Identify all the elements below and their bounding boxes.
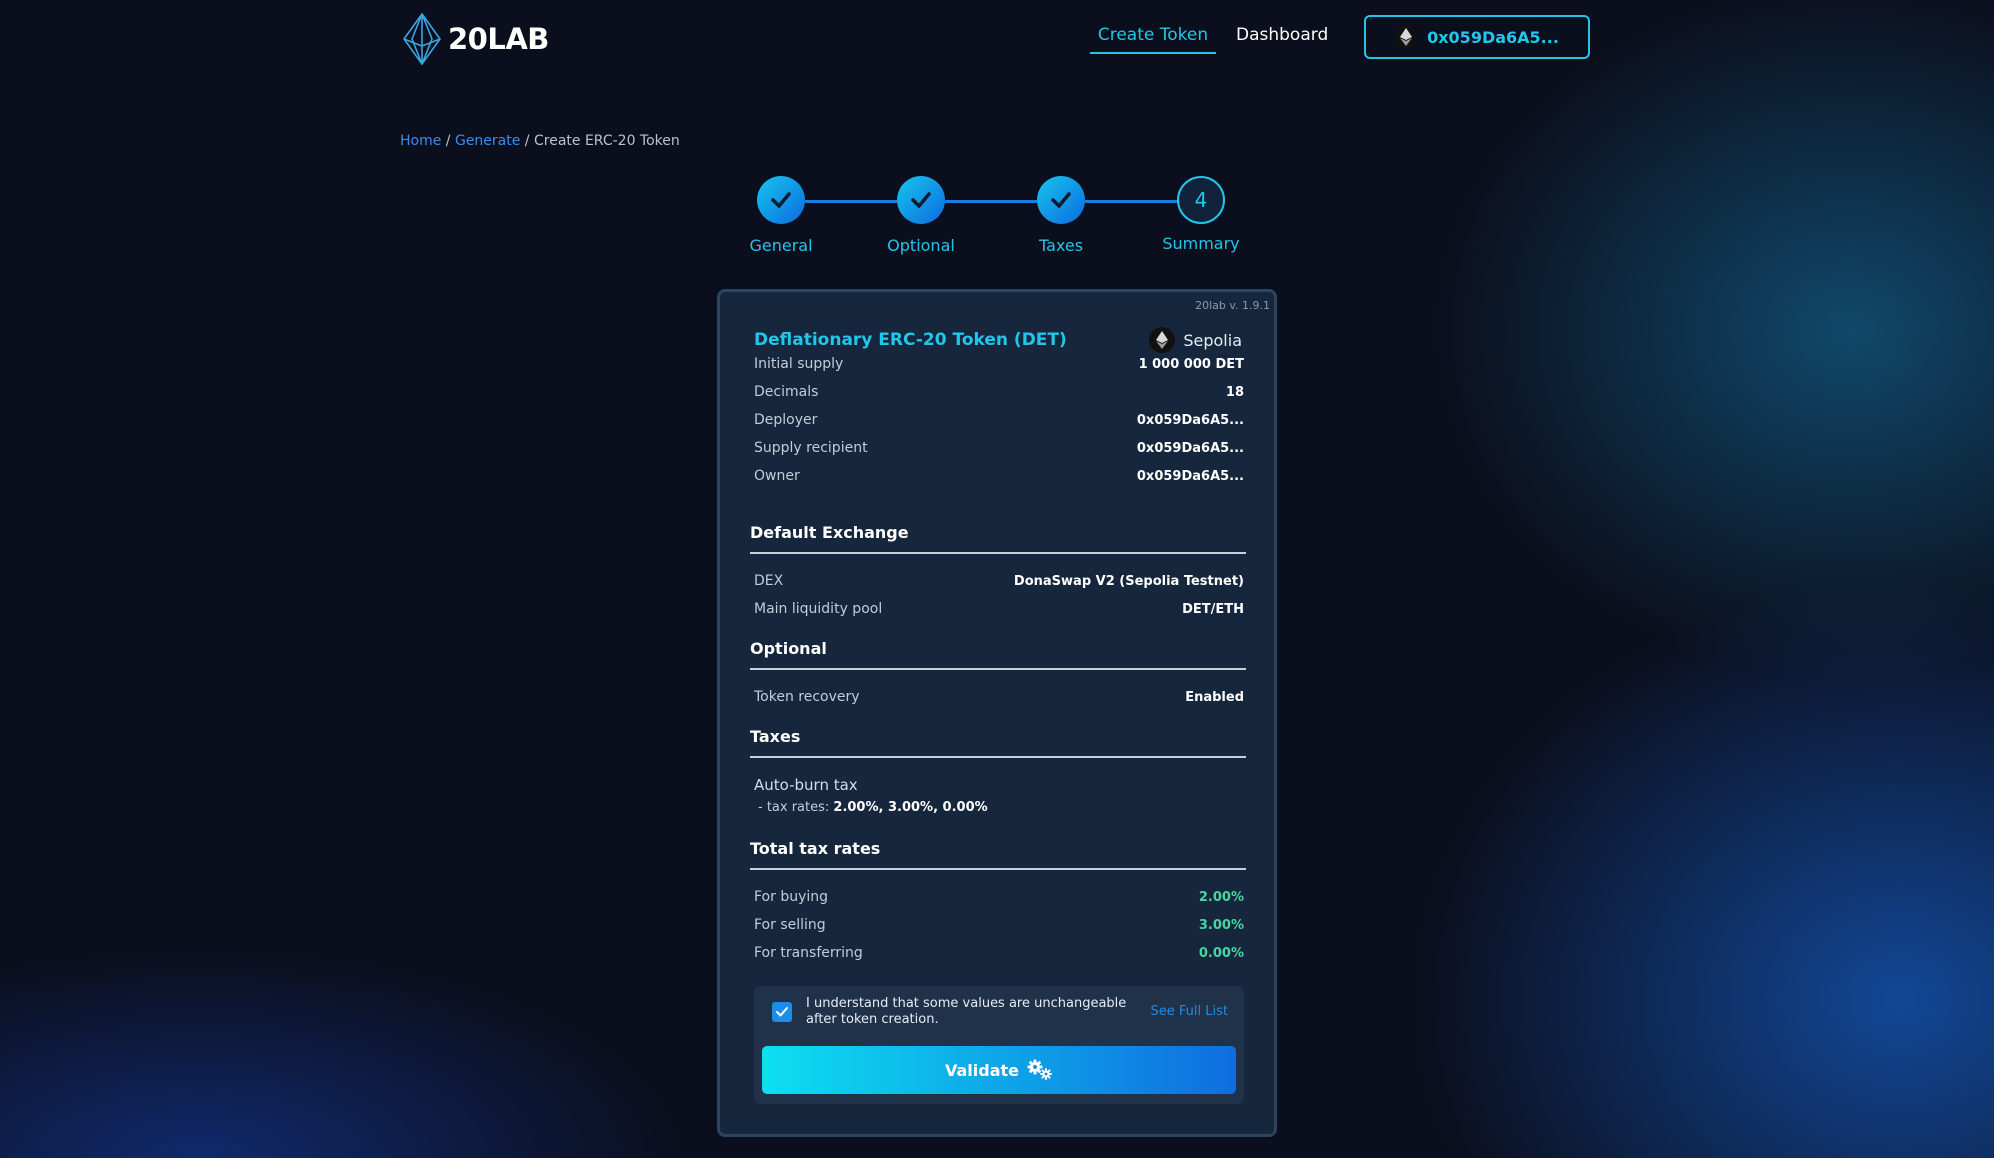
row-value: DET/ETH xyxy=(1182,601,1244,617)
checkmark-icon xyxy=(911,192,931,208)
row-key: Initial supply xyxy=(754,356,844,372)
row-key: Token recovery xyxy=(754,689,860,705)
logo-text: 20LAB xyxy=(448,22,549,56)
validate-button[interactable]: Validate xyxy=(762,1046,1236,1094)
checkmark-icon xyxy=(776,1007,788,1017)
row-value: 0x059Da6A5... xyxy=(1136,440,1244,456)
row-key: Decimals xyxy=(754,384,819,400)
ethereum-icon xyxy=(1395,26,1418,48)
tax-name: Auto-burn tax xyxy=(754,776,858,794)
breadcrumb: Home / Generate / Create ERC-20 Token xyxy=(400,133,680,149)
row-value: 18 xyxy=(1225,384,1244,400)
summary-row: For transferring 0.00% xyxy=(754,939,1244,967)
tax-rates-label: - tax rates: xyxy=(758,800,834,815)
top-header: 20LAB Create Token Dashboard 0x059Da6A5.… xyxy=(0,0,1994,80)
row-key: Deployer xyxy=(754,412,818,428)
row-value: 3.00% xyxy=(1198,917,1244,933)
network-name: Sepolia xyxy=(1183,330,1242,350)
row-key: Supply recipient xyxy=(754,440,868,456)
wallet-address: 0x059Da6A5... xyxy=(1427,27,1559,47)
breadcrumb-current: Create ERC-20 Token xyxy=(533,133,680,149)
breadcrumb-separator: / xyxy=(520,133,534,149)
tax-rates: - tax rates: 2.00%, 3.00%, 0.00% xyxy=(758,800,988,815)
summary-row: Decimals 18 xyxy=(754,378,1244,406)
row-value: 1 000 000 DET xyxy=(1138,356,1244,372)
step-label-taxes: Taxes xyxy=(1038,236,1084,255)
row-key: Main liquidity pool xyxy=(754,601,883,617)
step-taxes[interactable] xyxy=(1037,176,1085,224)
section-heading-taxes: Taxes xyxy=(750,727,1246,758)
step-connector xyxy=(1085,200,1177,203)
checkmark-icon xyxy=(1051,192,1071,208)
row-value: Enabled xyxy=(1185,689,1244,705)
see-full-list-link[interactable]: See Full List xyxy=(1151,1004,1228,1019)
nav-create-token[interactable]: Create Token xyxy=(1090,18,1216,54)
tax-rates-value: 2.00%, 3.00%, 0.00% xyxy=(833,800,988,815)
summary-row: For buying 2.00% xyxy=(754,883,1244,911)
step-summary[interactable]: 4 xyxy=(1177,176,1225,224)
row-key: For buying xyxy=(754,889,829,905)
nav-dashboard[interactable]: Dashboard xyxy=(1236,18,1328,52)
row-value: 2.00% xyxy=(1198,889,1244,905)
summary-row: Owner 0x059Da6A5... xyxy=(754,462,1244,490)
row-key: For selling xyxy=(754,917,826,933)
wallet-button[interactable]: 0x059Da6A5... xyxy=(1364,15,1590,59)
row-value: 0.00% xyxy=(1198,945,1244,961)
section-heading-total-tax: Total tax rates xyxy=(750,839,1246,870)
summary-row: Token recovery Enabled xyxy=(754,683,1244,711)
summary-row: DEX DonaSwap V2 (Sepolia Testnet) xyxy=(754,567,1244,595)
diamond-logo-icon xyxy=(403,12,441,66)
section-heading-exchange: Default Exchange xyxy=(750,523,1246,554)
row-key: DEX xyxy=(754,573,784,589)
acknowledge-text: I understand that some values are unchan… xyxy=(806,996,1127,1027)
gears-icon xyxy=(1027,1059,1053,1080)
acknowledge-checkbox[interactable] xyxy=(772,1002,792,1022)
breadcrumb-separator: / xyxy=(441,133,455,149)
validate-label: Validate xyxy=(944,1060,1020,1080)
row-value: 0x059Da6A5... xyxy=(1136,468,1244,484)
summary-row: Main liquidity pool DET/ETH xyxy=(754,595,1244,623)
step-connector xyxy=(945,200,1037,203)
summary-row: Deployer 0x059Da6A5... xyxy=(754,406,1244,434)
step-label-general: General xyxy=(749,236,813,255)
step-label-optional: Optional xyxy=(887,236,955,255)
row-key: Owner xyxy=(754,468,800,484)
progress-stepper: 4 General Optional Taxes Summary xyxy=(749,176,1247,256)
token-title: Deflationary ERC-20 Token (DET) xyxy=(754,330,1067,350)
summary-row: For selling 3.00% xyxy=(754,911,1244,939)
row-value: DonaSwap V2 (Sepolia Testnet) xyxy=(1013,573,1244,589)
breadcrumb-generate[interactable]: Generate xyxy=(455,133,520,149)
confirmation-box: I understand that some values are unchan… xyxy=(754,986,1244,1104)
summary-row: Supply recipient 0x059Da6A5... xyxy=(754,434,1244,462)
section-heading-optional: Optional xyxy=(750,639,1246,670)
version-label: 20lab v. 1.9.1 xyxy=(1195,299,1270,312)
step-general[interactable] xyxy=(757,176,805,224)
step-label-summary: Summary xyxy=(1162,234,1240,253)
summary-row: Initial supply 1 000 000 DET xyxy=(754,350,1244,378)
token-summary-card: 20lab v. 1.9.1 Deflationary ERC-20 Token… xyxy=(717,289,1277,1137)
step-optional[interactable] xyxy=(897,176,945,224)
checkmark-icon xyxy=(771,192,791,208)
step-number: 4 xyxy=(1194,188,1208,212)
logo[interactable]: 20LAB xyxy=(400,12,549,66)
breadcrumb-home[interactable]: Home xyxy=(400,133,441,149)
row-value: 0x059Da6A5... xyxy=(1136,412,1244,428)
step-connector xyxy=(805,200,897,203)
row-key: For transferring xyxy=(754,945,863,961)
